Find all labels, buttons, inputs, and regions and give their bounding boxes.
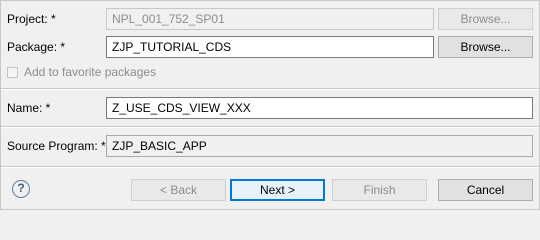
finish-button: Finish <box>332 179 427 201</box>
name-label: Name: * <box>7 101 51 115</box>
add-favorite-checkbox <box>7 66 18 78</box>
wizard-dialog: Project: * NPL_001_752_SP01 Browse... Pa… <box>0 0 540 210</box>
source-program-label: Source Program: * <box>7 139 106 153</box>
footer-separator <box>1 166 539 168</box>
name-field[interactable]: Z_USE_CDS_VIEW_XXX <box>106 97 533 119</box>
help-question-icon[interactable]: ? <box>12 180 30 198</box>
next-button[interactable]: Next > <box>230 179 325 201</box>
package-field[interactable]: ZJP_TUTORIAL_CDS <box>106 36 434 58</box>
back-button: < Back <box>131 179 226 201</box>
project-label: Project: * <box>7 12 56 26</box>
source-program-field[interactable]: ZJP_BASIC_APP <box>106 135 533 157</box>
package-browse-button[interactable]: Browse... <box>438 36 533 58</box>
project-field: NPL_001_752_SP01 <box>106 8 434 30</box>
project-browse-button: Browse... <box>438 8 533 30</box>
cancel-button[interactable]: Cancel <box>438 179 533 201</box>
separator <box>1 88 539 90</box>
separator <box>1 126 539 128</box>
add-favorite-row: Add to favorite packages <box>7 64 156 80</box>
add-favorite-label: Add to favorite packages <box>24 65 157 79</box>
package-label: Package: * <box>7 40 66 54</box>
